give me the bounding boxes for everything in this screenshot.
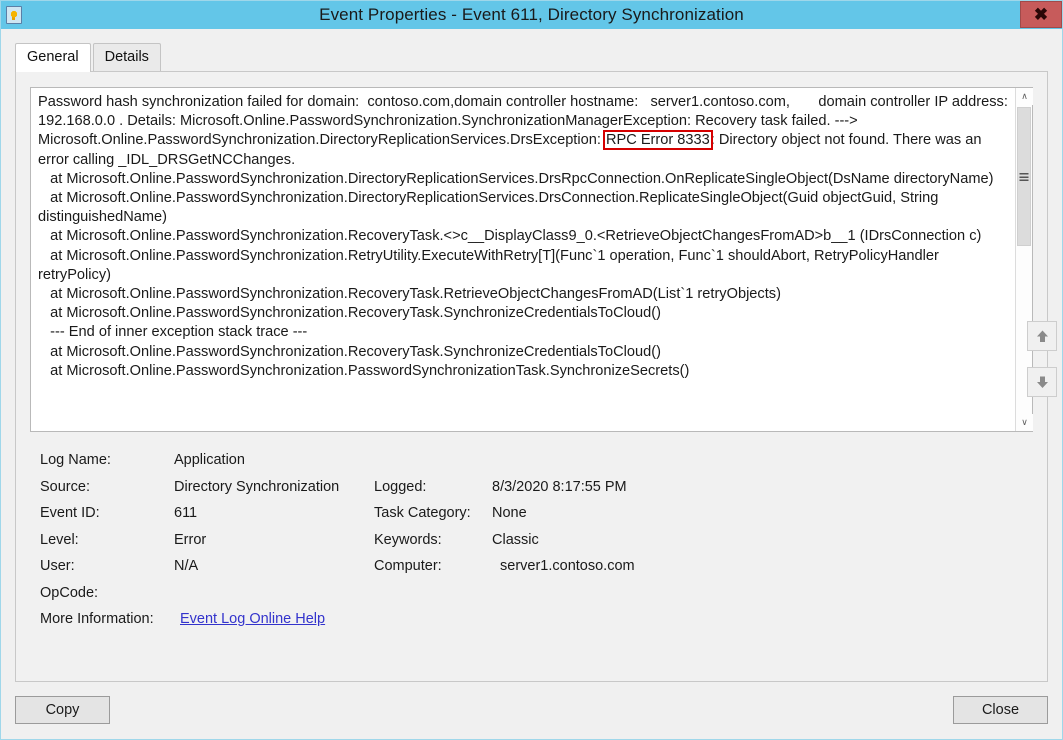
logged-label: Logged:	[374, 478, 427, 495]
close-icon: ✖	[1033, 5, 1049, 24]
scroll-up-button[interactable]: ∧	[1016, 88, 1033, 105]
event-log-online-help-link[interactable]: Event Log Online Help	[174, 611, 325, 627]
event-properties-window: Event Properties - Event 611, Directory …	[0, 0, 1063, 740]
computer-label: Computer:	[374, 558, 442, 574]
field-row-opcode: OpCode:	[40, 585, 1027, 612]
field-row-user: User: N/A Computer: server1.contoso.com	[40, 558, 1027, 585]
keywords-value: Classic	[492, 531, 539, 548]
close-button[interactable]: Close	[953, 696, 1048, 724]
task-category-value: None	[492, 505, 527, 521]
keywords-label: Keywords:	[374, 531, 442, 548]
opcode-label: OpCode:	[40, 584, 99, 601]
event-description-box: Password hash synchronization failed for…	[30, 87, 1033, 432]
more-information-label: More Information:	[40, 611, 154, 627]
general-tab-panel: Password hash synchronization failed for…	[15, 71, 1048, 682]
level-label: Level:	[40, 531, 79, 548]
title-bar: Event Properties - Event 611, Directory …	[1, 1, 1062, 29]
source-value: Directory Synchronization	[174, 478, 340, 495]
tab-details[interactable]: Details	[92, 42, 161, 71]
error-code-highlight: RPC Error 8333	[602, 130, 713, 151]
user-value: N/A	[174, 558, 199, 574]
copy-button[interactable]: Copy	[15, 696, 110, 724]
event-navigation-buttons	[1027, 321, 1057, 413]
computer-value: server1.contoso.com	[500, 558, 635, 574]
window-title: Event Properties - Event 611, Directory …	[319, 5, 744, 24]
tab-strip: General Details	[15, 42, 1062, 72]
task-category-label: Task Category:	[374, 505, 471, 521]
log-name-label: Log Name:	[40, 452, 111, 468]
up-arrow-icon	[1036, 330, 1048, 342]
close-window-button[interactable]: ✖	[1020, 1, 1062, 28]
user-label: User:	[40, 558, 75, 574]
logged-value: 8/3/2020 8:17:55 PM	[492, 478, 627, 495]
log-name-value: Application	[174, 452, 245, 468]
field-row-event-id: Event ID: 611 Task Category: None	[40, 505, 1027, 532]
field-row-level: Level: Error Keywords: Classic	[40, 532, 1027, 559]
event-id-label: Event ID:	[40, 505, 100, 521]
event-description-text[interactable]: Password hash synchronization failed for…	[31, 88, 1015, 431]
previous-event-button[interactable]	[1027, 321, 1057, 351]
field-row-log-name: Log Name: Application	[40, 452, 1027, 479]
description-segment-2: : Directory object not found. There was …	[38, 132, 994, 379]
scrollbar-grip-icon	[1019, 172, 1029, 181]
scroll-down-button[interactable]: ∨	[1016, 414, 1033, 431]
tab-general[interactable]: General	[15, 42, 91, 72]
field-row-more-information: More Information: Event Log Online Help	[40, 611, 1027, 638]
next-event-button[interactable]	[1027, 367, 1057, 397]
event-metadata-fields: Log Name: Application Source: Directory …	[40, 452, 1027, 638]
event-id-value: 611	[174, 505, 198, 521]
source-label: Source:	[40, 478, 90, 495]
down-arrow-icon	[1036, 376, 1048, 388]
level-value: Error	[174, 531, 207, 548]
event-log-icon	[6, 6, 22, 24]
field-row-source: Source: Directory Synchronization Logged…	[40, 479, 1027, 506]
scrollbar-thumb[interactable]	[1017, 107, 1031, 247]
dialog-footer: Copy Close	[1, 682, 1062, 739]
